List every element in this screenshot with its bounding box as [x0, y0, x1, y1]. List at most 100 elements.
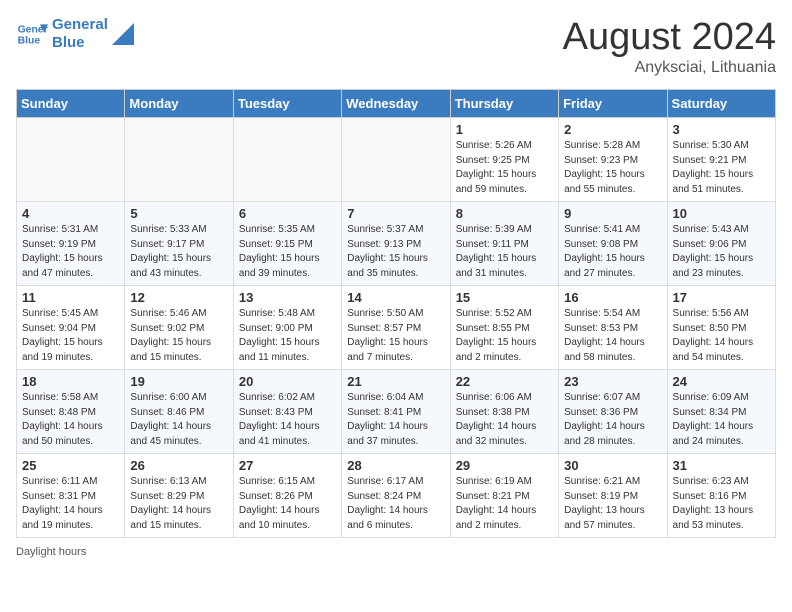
calendar-cell: 17 Sunrise: 5:56 AMSunset: 8:50 PMDaylig…	[667, 286, 775, 370]
calendar-cell: 26 Sunrise: 6:13 AMSunset: 8:29 PMDaylig…	[125, 454, 233, 538]
header-day-wednesday: Wednesday	[342, 90, 450, 118]
day-number: 28	[347, 458, 444, 473]
calendar-cell: 18 Sunrise: 5:58 AMSunset: 8:48 PMDaylig…	[17, 370, 125, 454]
calendar-cell: 19 Sunrise: 6:00 AMSunset: 8:46 PMDaylig…	[125, 370, 233, 454]
day-number: 11	[22, 290, 119, 305]
day-number: 1	[456, 122, 553, 137]
day-number: 17	[673, 290, 770, 305]
day-info: Sunrise: 6:06 AMSunset: 8:38 PMDaylight:…	[456, 391, 553, 449]
day-number: 29	[456, 458, 553, 473]
day-info: Sunrise: 5:45 AMSunset: 9:04 PMDaylight:…	[22, 307, 119, 365]
calendar-cell: 22 Sunrise: 6:06 AMSunset: 8:38 PMDaylig…	[450, 370, 558, 454]
calendar-cell: 13 Sunrise: 5:48 AMSunset: 9:00 PMDaylig…	[233, 286, 341, 370]
day-number: 5	[130, 206, 227, 221]
day-info: Sunrise: 6:00 AMSunset: 8:46 PMDaylight:…	[130, 391, 227, 449]
day-info: Sunrise: 5:50 AMSunset: 8:57 PMDaylight:…	[347, 307, 444, 365]
logo: General Blue General Blue	[16, 16, 134, 52]
calendar-cell: 12 Sunrise: 5:46 AMSunset: 9:02 PMDaylig…	[125, 286, 233, 370]
day-info: Sunrise: 6:19 AMSunset: 8:21 PMDaylight:…	[456, 475, 553, 533]
header-day-thursday: Thursday	[450, 90, 558, 118]
day-info: Sunrise: 5:31 AMSunset: 9:19 PMDaylight:…	[22, 223, 119, 281]
day-info: Sunrise: 6:07 AMSunset: 8:36 PMDaylight:…	[564, 391, 661, 449]
calendar-cell: 8 Sunrise: 5:39 AMSunset: 9:11 PMDayligh…	[450, 202, 558, 286]
day-number: 20	[239, 374, 336, 389]
calendar-cell	[342, 118, 450, 202]
day-info: Sunrise: 6:13 AMSunset: 8:29 PMDaylight:…	[130, 475, 227, 533]
calendar-table: SundayMondayTuesdayWednesdayThursdayFrid…	[16, 89, 776, 538]
day-number: 19	[130, 374, 227, 389]
day-info: Sunrise: 5:39 AMSunset: 9:11 PMDaylight:…	[456, 223, 553, 281]
day-info: Sunrise: 6:21 AMSunset: 8:19 PMDaylight:…	[564, 475, 661, 533]
calendar-cell: 15 Sunrise: 5:52 AMSunset: 8:55 PMDaylig…	[450, 286, 558, 370]
day-number: 14	[347, 290, 444, 305]
header-row: SundayMondayTuesdayWednesdayThursdayFrid…	[17, 90, 776, 118]
footer-note: Daylight hours	[16, 546, 776, 558]
header-day-tuesday: Tuesday	[233, 90, 341, 118]
day-number: 10	[673, 206, 770, 221]
day-number: 16	[564, 290, 661, 305]
day-info: Sunrise: 6:15 AMSunset: 8:26 PMDaylight:…	[239, 475, 336, 533]
day-number: 4	[22, 206, 119, 221]
day-info: Sunrise: 5:37 AMSunset: 9:13 PMDaylight:…	[347, 223, 444, 281]
day-number: 15	[456, 290, 553, 305]
calendar-title: August 2024	[563, 16, 776, 59]
calendar-cell: 20 Sunrise: 6:02 AMSunset: 8:43 PMDaylig…	[233, 370, 341, 454]
day-info: Sunrise: 5:43 AMSunset: 9:06 PMDaylight:…	[673, 223, 770, 281]
day-info: Sunrise: 5:46 AMSunset: 9:02 PMDaylight:…	[130, 307, 227, 365]
header-day-sunday: Sunday	[17, 90, 125, 118]
calendar-cell: 31 Sunrise: 6:23 AMSunset: 8:16 PMDaylig…	[667, 454, 775, 538]
day-number: 30	[564, 458, 661, 473]
day-info: Sunrise: 5:33 AMSunset: 9:17 PMDaylight:…	[130, 223, 227, 281]
day-info: Sunrise: 5:56 AMSunset: 8:50 PMDaylight:…	[673, 307, 770, 365]
calendar-cell: 2 Sunrise: 5:28 AMSunset: 9:23 PMDayligh…	[559, 118, 667, 202]
calendar-cell: 30 Sunrise: 6:21 AMSunset: 8:19 PMDaylig…	[559, 454, 667, 538]
calendar-cell	[233, 118, 341, 202]
day-number: 18	[22, 374, 119, 389]
day-info: Sunrise: 6:02 AMSunset: 8:43 PMDaylight:…	[239, 391, 336, 449]
calendar-cell: 24 Sunrise: 6:09 AMSunset: 8:34 PMDaylig…	[667, 370, 775, 454]
day-info: Sunrise: 5:58 AMSunset: 8:48 PMDaylight:…	[22, 391, 119, 449]
day-info: Sunrise: 5:28 AMSunset: 9:23 PMDaylight:…	[564, 139, 661, 197]
svg-text:Blue: Blue	[18, 36, 41, 47]
day-number: 12	[130, 290, 227, 305]
day-number: 7	[347, 206, 444, 221]
calendar-cell: 27 Sunrise: 6:15 AMSunset: 8:26 PMDaylig…	[233, 454, 341, 538]
day-info: Sunrise: 6:17 AMSunset: 8:24 PMDaylight:…	[347, 475, 444, 533]
calendar-cell: 14 Sunrise: 5:50 AMSunset: 8:57 PMDaylig…	[342, 286, 450, 370]
day-number: 3	[673, 122, 770, 137]
day-number: 26	[130, 458, 227, 473]
footer-text: Daylight hours	[16, 546, 86, 558]
day-number: 23	[564, 374, 661, 389]
day-number: 13	[239, 290, 336, 305]
calendar-cell	[17, 118, 125, 202]
logo-general: General	[52, 16, 108, 34]
day-info: Sunrise: 5:54 AMSunset: 8:53 PMDaylight:…	[564, 307, 661, 365]
header-day-saturday: Saturday	[667, 90, 775, 118]
day-info: Sunrise: 5:48 AMSunset: 9:00 PMDaylight:…	[239, 307, 336, 365]
day-number: 24	[673, 374, 770, 389]
day-info: Sunrise: 6:09 AMSunset: 8:34 PMDaylight:…	[673, 391, 770, 449]
header-day-monday: Monday	[125, 90, 233, 118]
calendar-cell: 10 Sunrise: 5:43 AMSunset: 9:06 PMDaylig…	[667, 202, 775, 286]
day-number: 27	[239, 458, 336, 473]
logo-blue: Blue	[52, 34, 108, 52]
day-info: Sunrise: 6:23 AMSunset: 8:16 PMDaylight:…	[673, 475, 770, 533]
calendar-cell: 1 Sunrise: 5:26 AMSunset: 9:25 PMDayligh…	[450, 118, 558, 202]
day-info: Sunrise: 5:52 AMSunset: 8:55 PMDaylight:…	[456, 307, 553, 365]
header: General Blue General Blue August 2024 An…	[16, 16, 776, 77]
day-info: Sunrise: 5:26 AMSunset: 9:25 PMDaylight:…	[456, 139, 553, 197]
day-number: 8	[456, 206, 553, 221]
calendar-subtitle: Anyksciai, Lithuania	[563, 59, 776, 77]
title-area: August 2024 Anyksciai, Lithuania	[563, 16, 776, 77]
calendar-cell: 4 Sunrise: 5:31 AMSunset: 9:19 PMDayligh…	[17, 202, 125, 286]
calendar-cell: 7 Sunrise: 5:37 AMSunset: 9:13 PMDayligh…	[342, 202, 450, 286]
day-number: 21	[347, 374, 444, 389]
day-info: Sunrise: 5:41 AMSunset: 9:08 PMDaylight:…	[564, 223, 661, 281]
day-number: 6	[239, 206, 336, 221]
day-info: Sunrise: 6:11 AMSunset: 8:31 PMDaylight:…	[22, 475, 119, 533]
calendar-cell: 25 Sunrise: 6:11 AMSunset: 8:31 PMDaylig…	[17, 454, 125, 538]
week-row-5: 25 Sunrise: 6:11 AMSunset: 8:31 PMDaylig…	[17, 454, 776, 538]
day-info: Sunrise: 6:04 AMSunset: 8:41 PMDaylight:…	[347, 391, 444, 449]
day-info: Sunrise: 5:35 AMSunset: 9:15 PMDaylight:…	[239, 223, 336, 281]
week-row-4: 18 Sunrise: 5:58 AMSunset: 8:48 PMDaylig…	[17, 370, 776, 454]
